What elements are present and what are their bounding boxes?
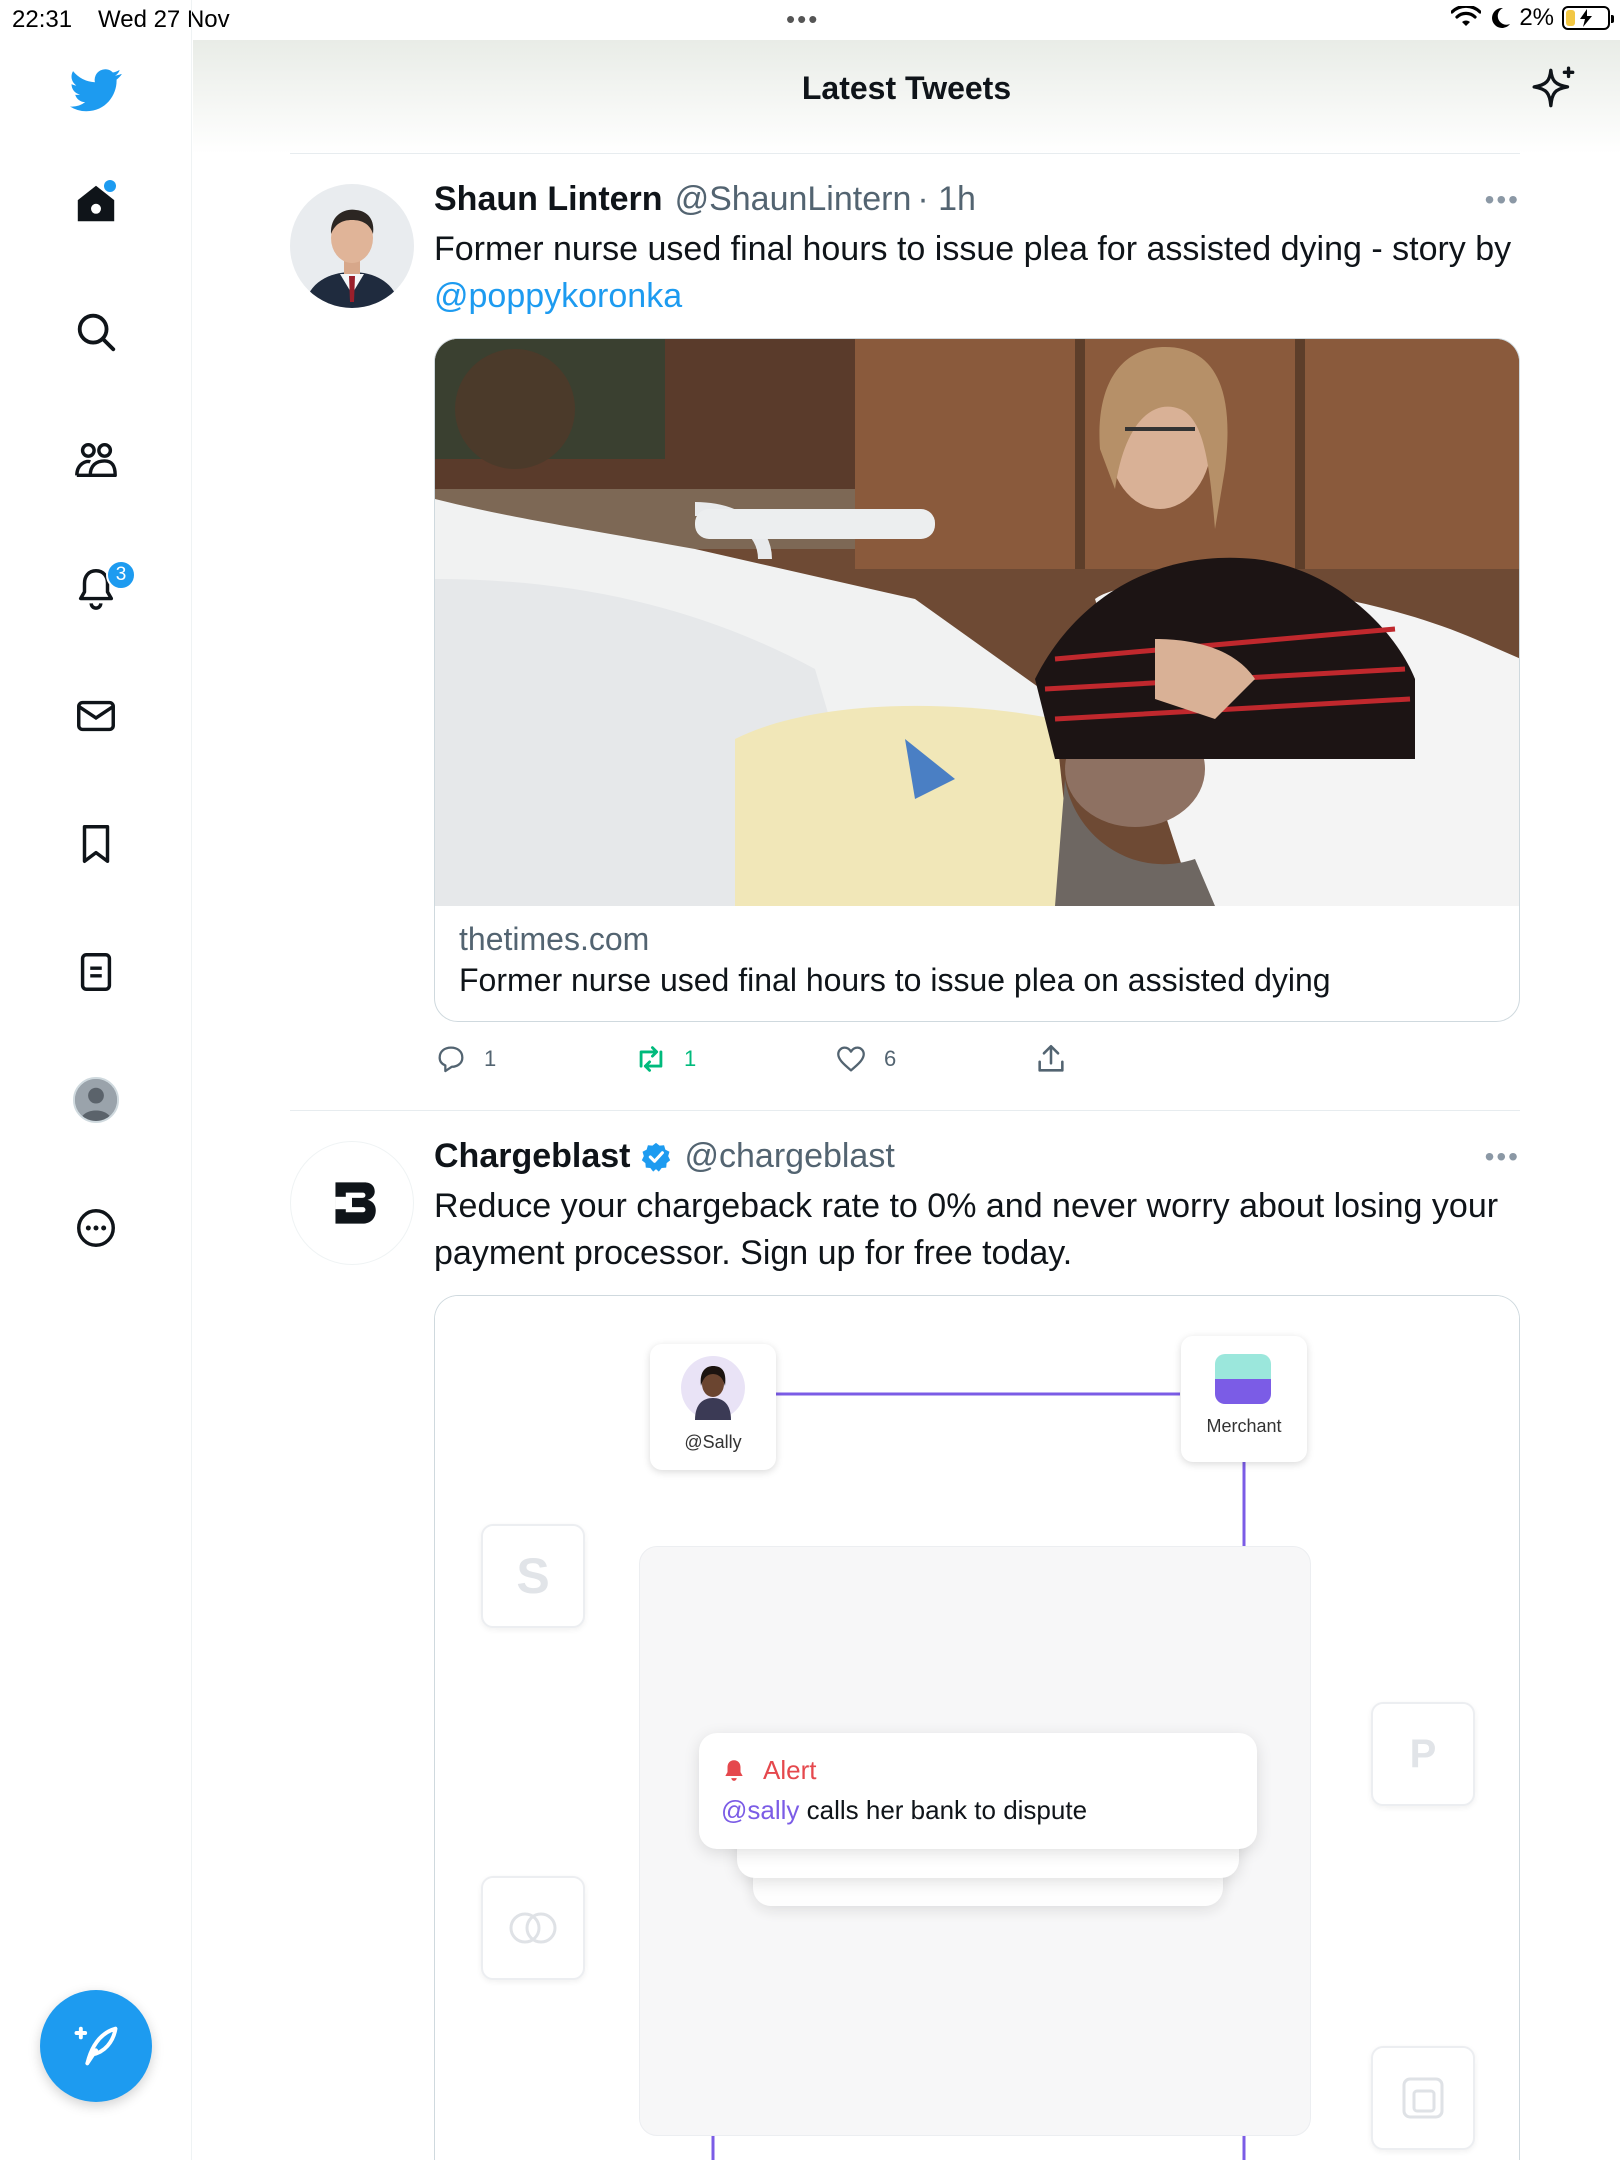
sidebar: 3 — [0, 0, 192, 2160]
merchant-node: Merchant — [1181, 1336, 1307, 1462]
author-handle[interactable]: @ShaunLintern — [675, 180, 912, 219]
nav-communities[interactable] — [60, 424, 132, 496]
nav-bookmarks[interactable] — [60, 808, 132, 880]
status-indicators: 2% — [1451, 4, 1614, 32]
nav-home[interactable] — [60, 168, 132, 240]
retweet-icon — [639, 1046, 663, 1072]
author-name[interactable]: Shaun Lintern — [434, 180, 663, 219]
alert-message: @sally calls her bank to dispute — [721, 1795, 1087, 1826]
author-name[interactable]: Chargeblast — [434, 1137, 631, 1176]
ad-media-card[interactable]: @Sally Merchant S P Alert @sally calls h… — [434, 1295, 1520, 2160]
search-icon — [77, 313, 116, 352]
user-node-label: @Sally — [684, 1432, 742, 1452]
notification-count-badge: 3 — [106, 560, 136, 590]
heart-icon — [837, 1046, 865, 1072]
reply-button[interactable]: 1 — [434, 1042, 496, 1076]
tweet-author-avatar[interactable] — [290, 1141, 414, 1265]
paypal-logo-icon: P — [1371, 1702, 1475, 1806]
share-icon — [1038, 1044, 1064, 1072]
article-photo — [435, 339, 1519, 906]
tweet[interactable]: Shaun Lintern @ShaunLintern · 1h ••• For… — [290, 154, 1520, 1110]
nav-notifications[interactable]: 3 — [60, 552, 136, 624]
tweet-actions: 1 1 6 — [434, 1042, 1134, 1082]
multitask-dots-icon[interactable]: ••• — [786, 4, 819, 35]
share-button[interactable] — [1034, 1042, 1068, 1076]
compose-tweet-button[interactable] — [40, 1990, 152, 2102]
mention-link[interactable]: @poppykoronka — [434, 277, 682, 315]
battery-percent: 2% — [1519, 4, 1554, 31]
profile-avatar — [73, 1077, 119, 1123]
reply-count: 1 — [484, 1046, 497, 1071]
reply-icon — [438, 1046, 464, 1073]
tweet-time[interactable]: · 1h — [917, 180, 976, 219]
tweet-body: Former nurse used final hours to issue p… — [434, 230, 1512, 268]
battery-icon — [1562, 6, 1614, 30]
moon-icon — [1492, 7, 1511, 28]
card-title: Former nurse used final hours to issue p… — [459, 962, 1331, 998]
retweet-count: 1 — [684, 1046, 697, 1071]
status-bar: 22:31 Wed 27 Nov ••• 2% — [0, 0, 1620, 40]
compose-feather-icon — [74, 2026, 118, 2066]
tweet-more-icon[interactable]: ••• — [1485, 184, 1520, 216]
twitter-logo-icon[interactable] — [60, 54, 132, 126]
alert-text: calls her bank to dispute — [806, 1795, 1088, 1825]
tweet-header: Chargeblast @chargeblast — [434, 1137, 895, 1176]
verified-badge-icon — [641, 1142, 670, 1172]
alert-card: Alert @sally calls her bank to dispute — [699, 1733, 1257, 1849]
tweet-text: Former nurse used final hours to issue p… — [434, 226, 1520, 320]
tweet-text: Reduce your chargeback rate to 0% and ne… — [434, 1187, 1499, 1272]
bookmark-icon — [82, 825, 110, 863]
alert-mention: @sally — [721, 1795, 800, 1825]
user-node: @Sally — [650, 1344, 776, 1470]
tweet[interactable]: Chargeblast @chargeblast ••• Reduce your… — [290, 1111, 1520, 2160]
mail-icon — [77, 700, 115, 732]
nav-messages[interactable] — [60, 680, 132, 752]
nav-explore[interactable] — [60, 296, 132, 368]
tweet-author-avatar[interactable] — [290, 184, 414, 308]
alert-bell-icon — [725, 1760, 743, 1781]
tweet-header: Shaun Lintern @ShaunLintern · 1h — [434, 180, 976, 219]
more-circle-icon — [77, 1209, 115, 1247]
nav-profile[interactable] — [60, 1064, 132, 1136]
nav-more[interactable] — [60, 1192, 132, 1264]
card-meta: thetimes.com Former nurse used final hou… — [459, 921, 1331, 999]
lists-icon — [80, 953, 112, 991]
author-handle[interactable]: @chargeblast — [685, 1137, 895, 1176]
nav-lists[interactable] — [60, 936, 132, 1008]
page-title: Latest Tweets — [801, 70, 1012, 106]
alert-title: Alert — [763, 1755, 817, 1785]
user-avatar-icon — [681, 1356, 745, 1420]
mastercard-logo-icon — [481, 1876, 585, 1980]
chargeblast-logo-icon — [335, 1182, 376, 1224]
ad-illustration: @Sally Merchant S P Alert @sally calls h… — [435, 1296, 1519, 2160]
card-domain: thetimes.com — [459, 921, 650, 957]
communities-icon — [75, 442, 117, 478]
retweet-button[interactable]: 1 — [634, 1042, 696, 1076]
wifi-icon — [1451, 6, 1482, 26]
tweet-more-icon[interactable]: ••• — [1485, 1141, 1520, 1173]
like-count: 6 — [884, 1046, 897, 1071]
merchant-node-label: Merchant — [1206, 1416, 1282, 1436]
link-card[interactable]: thetimes.com Former nurse used final hou… — [434, 338, 1520, 1022]
stripe-logo-icon: S — [481, 1524, 585, 1628]
timeline-header: Latest Tweets — [193, 40, 1620, 154]
merchant-card-icon — [1215, 1354, 1271, 1404]
like-button[interactable]: 6 — [834, 1042, 896, 1076]
sparkle-icon[interactable] — [1530, 64, 1580, 114]
bank-logo-icon — [1371, 2046, 1475, 2150]
home-new-indicator — [104, 180, 116, 192]
